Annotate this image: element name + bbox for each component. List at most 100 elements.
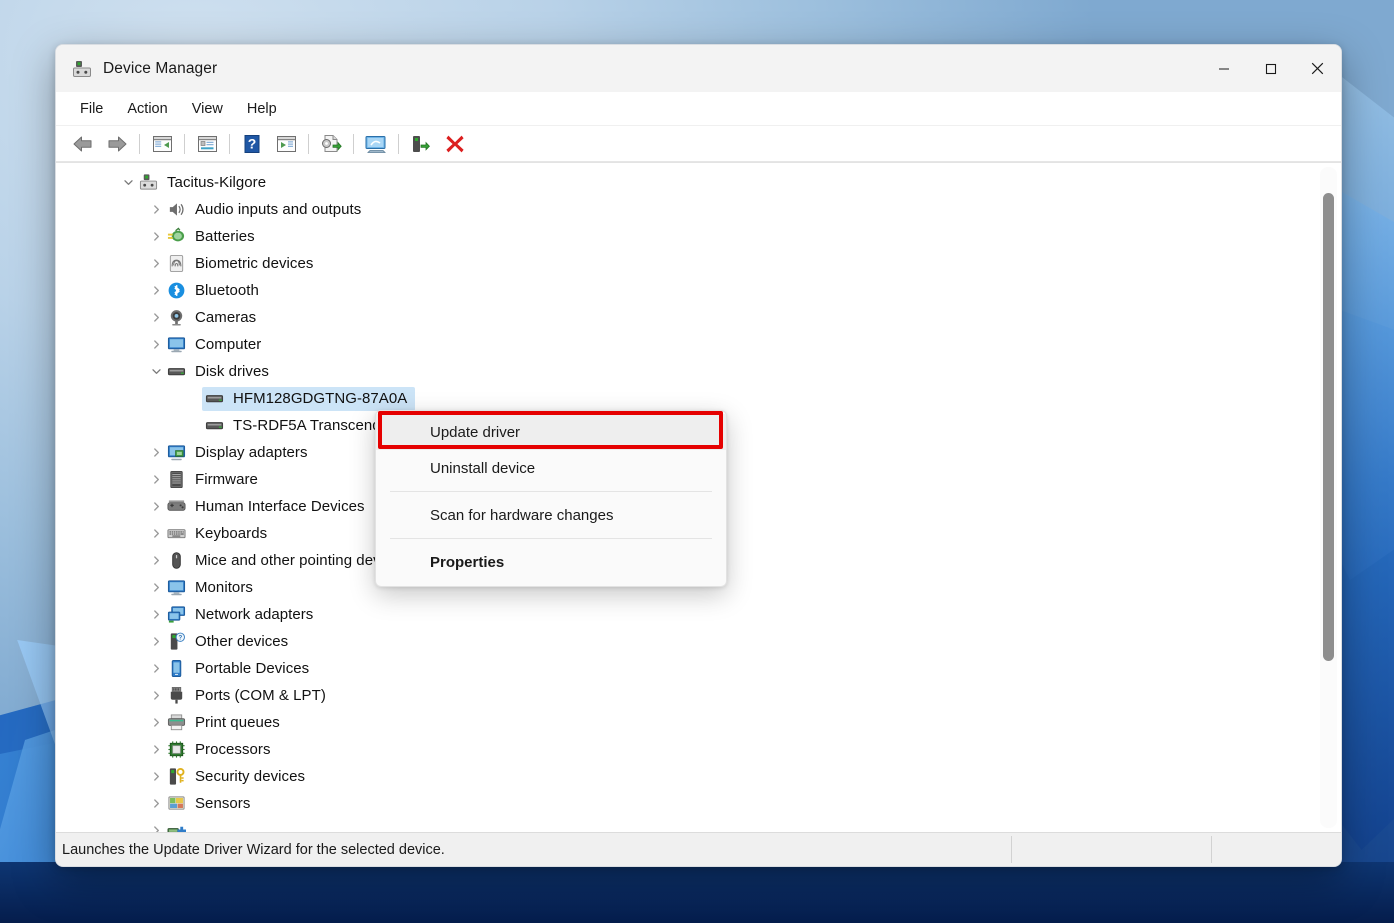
chevron-right-icon[interactable]	[146, 312, 166, 323]
menu-view[interactable]: View	[180, 97, 235, 121]
chevron-right-icon[interactable]	[146, 528, 166, 539]
tree-item-content[interactable]: Portable Devices	[166, 659, 309, 679]
toolbar-separator	[308, 134, 309, 154]
context-menu-item[interactable]: Uninstall device	[376, 450, 726, 486]
enable-device-icon	[410, 134, 432, 154]
update-driver-button[interactable]	[314, 129, 348, 159]
forward-button[interactable]	[100, 129, 134, 159]
chevron-right-icon[interactable]	[146, 555, 166, 566]
show-hide-action-pane-button[interactable]	[269, 129, 303, 159]
menu-action[interactable]: Action	[115, 97, 179, 121]
tree-item-content[interactable]: Disk drives	[166, 362, 269, 382]
minimize-button[interactable]	[1200, 45, 1247, 92]
tree-item-content[interactable]: Network adapters	[166, 605, 313, 625]
tree-item[interactable]: Print queues	[56, 709, 1315, 736]
chevron-right-icon[interactable]	[146, 501, 166, 512]
menu-file[interactable]: File	[68, 97, 115, 121]
chevron-down-icon[interactable]	[118, 177, 138, 188]
chevron-right-icon	[151, 555, 162, 566]
chevron-right-icon[interactable]	[146, 474, 166, 485]
tree-item-content[interactable]: Firmware	[166, 470, 258, 490]
chevron-right-icon	[151, 798, 162, 809]
status-divider	[1011, 836, 1012, 863]
chevron-right-icon[interactable]	[146, 663, 166, 674]
tree-item-content[interactable]: Cameras	[166, 308, 256, 328]
chevron-right-icon[interactable]	[146, 285, 166, 296]
maximize-button[interactable]	[1247, 45, 1294, 92]
properties-button[interactable]	[190, 129, 224, 159]
tree-item[interactable]: Audio inputs and outputs	[56, 196, 1315, 223]
tree-item-content[interactable]: Ports (COM & LPT)	[166, 686, 326, 706]
tree-item[interactable]: Disk drives	[56, 358, 1315, 385]
tree-item-content[interactable]: Display adapters	[166, 443, 308, 463]
tree-item-content[interactable]: Tacitus-Kilgore	[138, 173, 266, 193]
chevron-right-icon[interactable]	[146, 258, 166, 269]
tree-item-content[interactable]: Security devices	[166, 767, 305, 787]
chevron-right-icon[interactable]	[146, 636, 166, 647]
close-icon	[1311, 62, 1324, 75]
chevron-right-icon[interactable]	[146, 609, 166, 620]
uninstall-device-button[interactable]	[438, 129, 472, 159]
tree-item[interactable]: Portable Devices	[56, 655, 1315, 682]
tree-item[interactable]: Biometric devices	[56, 250, 1315, 277]
chevron-right-icon[interactable]	[146, 690, 166, 701]
tree-item[interactable]: Batteries	[56, 223, 1315, 250]
back-button[interactable]	[66, 129, 100, 159]
tree-item[interactable]: Security devices	[56, 763, 1315, 790]
close-button[interactable]	[1294, 45, 1341, 92]
tree-item-content[interactable]: Human Interface Devices	[166, 497, 365, 517]
chevron-right-icon[interactable]	[146, 825, 166, 832]
tree-item[interactable]: Processors	[56, 736, 1315, 763]
tree-item[interactable]: Sensors	[56, 790, 1315, 817]
chevron-right-icon[interactable]	[146, 744, 166, 755]
chevron-right-icon[interactable]	[146, 771, 166, 782]
tree-item[interactable]: Network adapters	[56, 601, 1315, 628]
status-divider	[1211, 836, 1212, 863]
tree-item-content[interactable]: Biometric devices	[166, 254, 313, 274]
chevron-right-icon	[151, 231, 162, 242]
tree-item-content[interactable]: Print queues	[166, 713, 280, 733]
chevron-right-icon[interactable]	[146, 339, 166, 350]
tree-item[interactable]: Computer	[56, 331, 1315, 358]
tree-item-content[interactable]: Mice and other pointing devices	[166, 551, 408, 571]
svg-text:?: ?	[248, 135, 257, 151]
chevron-right-icon[interactable]	[146, 204, 166, 215]
help-button[interactable]: ?	[235, 129, 269, 159]
chevron-right-icon[interactable]	[146, 717, 166, 728]
chevron-down-icon[interactable]	[146, 366, 166, 377]
tree-item-content[interactable]: Sensors	[166, 794, 250, 814]
show-hide-console-tree-button[interactable]	[145, 129, 179, 159]
tree-item-content[interactable]: Batteries	[166, 227, 255, 247]
context-menu-item[interactable]: Scan for hardware changes	[376, 497, 726, 533]
tree-item-content[interactable]: HFM128GDGTNG-87A0A	[202, 387, 415, 411]
help-question-icon: ?	[243, 134, 261, 154]
tree-item-content[interactable]: Bluetooth	[166, 281, 259, 301]
chevron-right-icon[interactable]	[146, 231, 166, 242]
menu-help[interactable]: Help	[235, 97, 289, 121]
tree-item-content[interactable]	[166, 821, 195, 833]
tree-item[interactable]: Cameras	[56, 304, 1315, 331]
tree-item-content[interactable]: Computer	[166, 335, 261, 355]
scan-for-hardware-changes-button[interactable]	[359, 129, 393, 159]
tree-item[interactable]	[56, 817, 1315, 832]
chevron-right-icon[interactable]	[146, 582, 166, 593]
tree-scrollbar[interactable]	[1320, 167, 1337, 828]
context-menu-item[interactable]: Update driver	[376, 414, 726, 450]
tree-item-content[interactable]: Keyboards	[166, 524, 267, 544]
tree-item[interactable]: HFM128GDGTNG-87A0A	[56, 385, 1315, 412]
tree-item-content[interactable]: ?Other devices	[166, 632, 288, 652]
scrollbar-thumb[interactable]	[1323, 193, 1334, 661]
enable-device-button[interactable]	[404, 129, 438, 159]
chevron-right-icon[interactable]	[146, 798, 166, 809]
tree-item-content[interactable]: Audio inputs and outputs	[166, 200, 361, 220]
tree-item[interactable]: Ports (COM & LPT)	[56, 682, 1315, 709]
tree-item[interactable]: Bluetooth	[56, 277, 1315, 304]
tree-item-content[interactable]: Monitors	[166, 578, 253, 598]
tree-item[interactable]: ?Other devices	[56, 628, 1315, 655]
tree-item[interactable]: Tacitus-Kilgore	[56, 169, 1315, 196]
tree-item-content[interactable]: Processors	[166, 740, 271, 760]
tree-item-label: Network adapters	[195, 606, 313, 623]
context-menu-item[interactable]: Properties	[376, 544, 726, 580]
chevron-right-icon[interactable]	[146, 447, 166, 458]
software-device-icon	[166, 821, 186, 833]
